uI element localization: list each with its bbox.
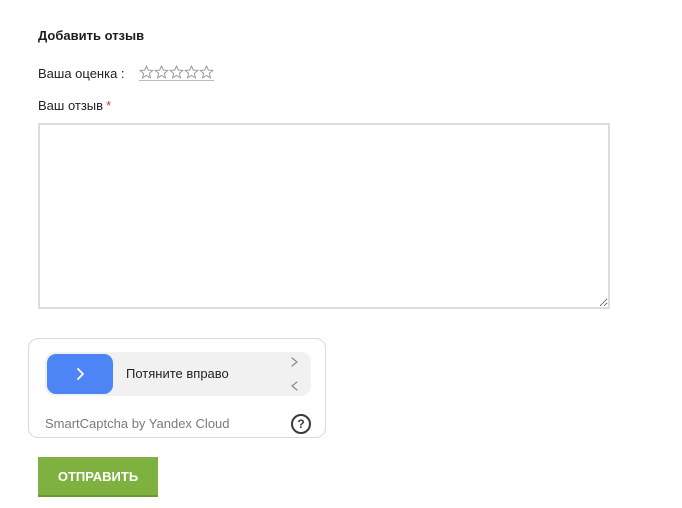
submit-button[interactable]: ОТПРАВИТЬ [38,457,158,497]
help-icon[interactable]: ? [291,414,311,434]
star-icon[interactable] [138,65,154,79]
captcha-slider-track[interactable]: Потяните вправо [45,352,311,396]
review-label: Ваш отзыв * [38,98,111,113]
star-icon[interactable] [153,65,169,79]
review-textarea[interactable] [38,123,610,309]
captcha-brand: SmartCaptcha by Yandex Cloud [45,416,230,431]
captcha-arrows-icon [289,356,301,392]
review-label-text: Ваш отзыв [38,98,104,113]
smart-captcha: Потяните вправо SmartCaptcha by Yandex C… [28,338,326,438]
star-rating[interactable] [138,65,214,81]
star-icon[interactable] [198,65,214,79]
form-title: Добавить отзыв [38,28,145,43]
chevron-right-icon [74,367,86,381]
rating-row: Ваша оценка : [38,65,214,81]
required-mark: * [106,98,112,113]
star-icon[interactable] [168,65,184,79]
rating-label: Ваша оценка : [38,65,125,81]
star-icon[interactable] [183,65,199,79]
captcha-instruction: Потяните вправо [126,366,229,381]
captcha-slider-handle[interactable] [47,354,113,394]
